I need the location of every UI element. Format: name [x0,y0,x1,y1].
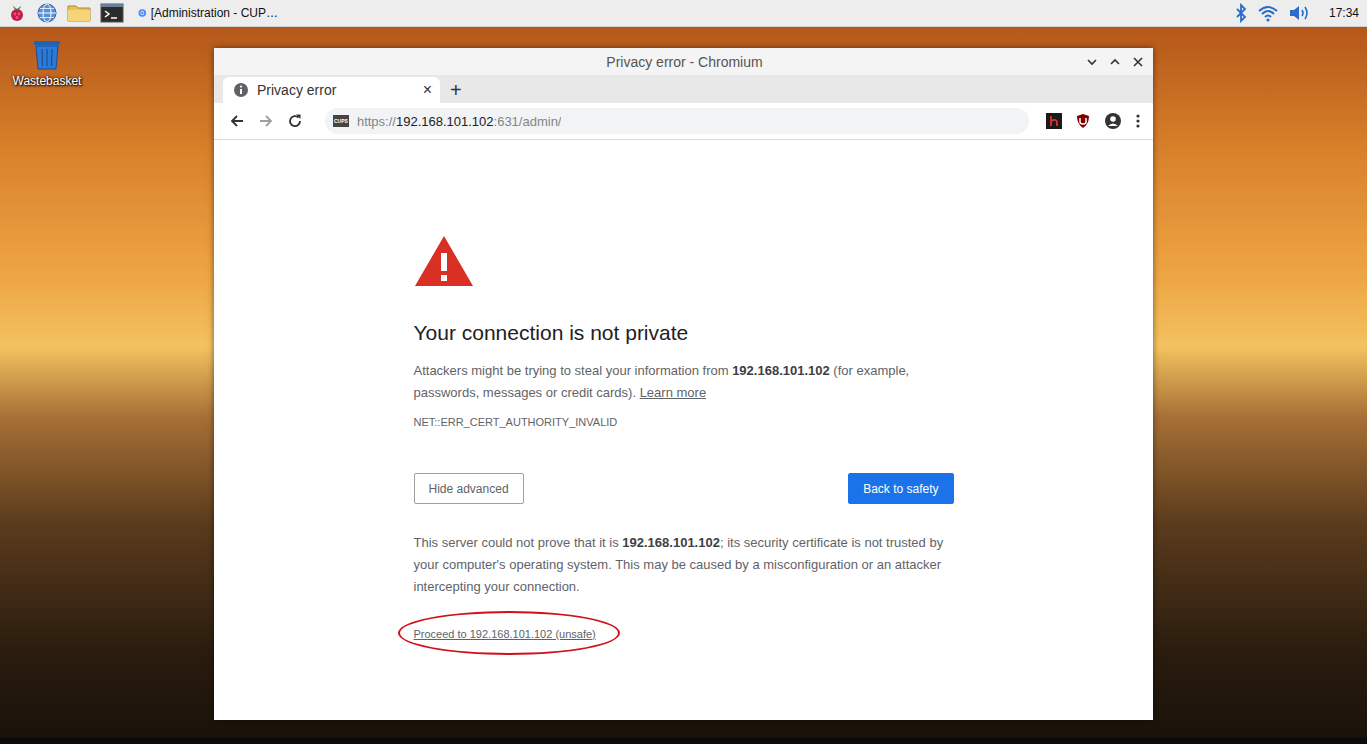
desktop-icon[interactable]: Wastebasket [8,37,86,88]
system-tray: 17:34 [1234,3,1359,23]
screen-bottom [0,738,1367,744]
maximize-icon[interactable] [1108,55,1122,69]
action-button[interactable]: Hide advanced [414,473,524,504]
profile-icon[interactable] [1104,112,1122,130]
globe-icon[interactable] [36,2,58,24]
tab-close-button[interactable]: × [423,81,432,99]
tab[interactable]: Privacy error × [223,77,440,103]
button-row: Hide advanced Back to safety [414,473,954,504]
terminal-icon[interactable] [100,3,124,23]
extension-h-icon[interactable] [1046,113,1062,129]
reload-icon[interactable] [286,112,304,130]
heading: Your connection is not private [414,321,689,345]
desktop: WastebasketPrivacy error - ChromiumPriva… [0,27,1367,738]
interstitial: Your connection is not private Attackers … [414,140,954,720]
forward-icon[interactable] [257,112,275,130]
clock: 17:34 [1329,6,1359,20]
action-button[interactable]: Back to safety [848,473,953,504]
page-info-icon [233,82,249,98]
tab-strip: Privacy error × + [214,75,1153,103]
details-text: This server could not prove that it is 1… [414,532,954,598]
back-icon[interactable] [228,112,246,130]
launchers [7,2,124,24]
wastebasket-icon [30,37,64,71]
new-tab-button[interactable]: + [450,77,462,103]
intro-text: Attackers might be trying to steal your … [414,360,954,404]
wifi-icon[interactable] [1257,3,1279,23]
volume-icon[interactable] [1288,3,1310,23]
screen: [Administration - CUP… 17:34 Wastebasket Pr… [0,0,1367,744]
chromium-icon [138,4,147,22]
taskbar-task[interactable]: [Administration - CUP… [134,2,284,24]
url: https://192.168.101.102:631/admin/ [357,114,562,129]
toolbar: CUPS https://192.168.101.102:631/admin/ [214,103,1153,140]
warning-icon [414,235,474,287]
extensions [1046,112,1141,130]
menu-dots-icon[interactable] [1135,112,1141,130]
taskbar: [Administration - CUP… 17:34 [0,0,1367,27]
tab-label: Privacy error [257,82,415,98]
proceed-area: Proceed to 192.168.101.102 (unsafe) [414,620,596,646]
error-code: NET::ERR_CERT_AUTHORITY_INVALID [414,416,618,428]
folder-icon[interactable] [67,3,91,23]
raspberry-icon[interactable] [7,3,27,23]
site-favicon: CUPS [333,115,349,127]
highlight-ellipse [398,611,620,655]
desktop-icon-label: Wastebasket [13,74,82,88]
close-icon[interactable] [1131,55,1145,69]
minimize-icon[interactable] [1085,55,1099,69]
page-content: Your connection is not private Attackers … [214,140,1153,720]
title-bar[interactable]: Privacy error - Chromium [214,48,1153,75]
bluetooth-icon[interactable] [1234,3,1248,23]
window-title: Privacy error - Chromium [284,54,1085,70]
proceed-link[interactable]: Proceed to 192.168.101.102 (unsafe) [414,628,596,640]
ublock-icon[interactable] [1075,113,1091,129]
address-bar[interactable]: CUPS https://192.168.101.102:631/admin/ [325,108,1029,134]
browser-window: Privacy error - Chromium Privacy error × + C… [214,48,1153,720]
task-label: [Administration - CUP… [151,6,278,20]
window-controls [1085,55,1153,69]
learn-more-link[interactable]: Learn more [640,385,706,400]
